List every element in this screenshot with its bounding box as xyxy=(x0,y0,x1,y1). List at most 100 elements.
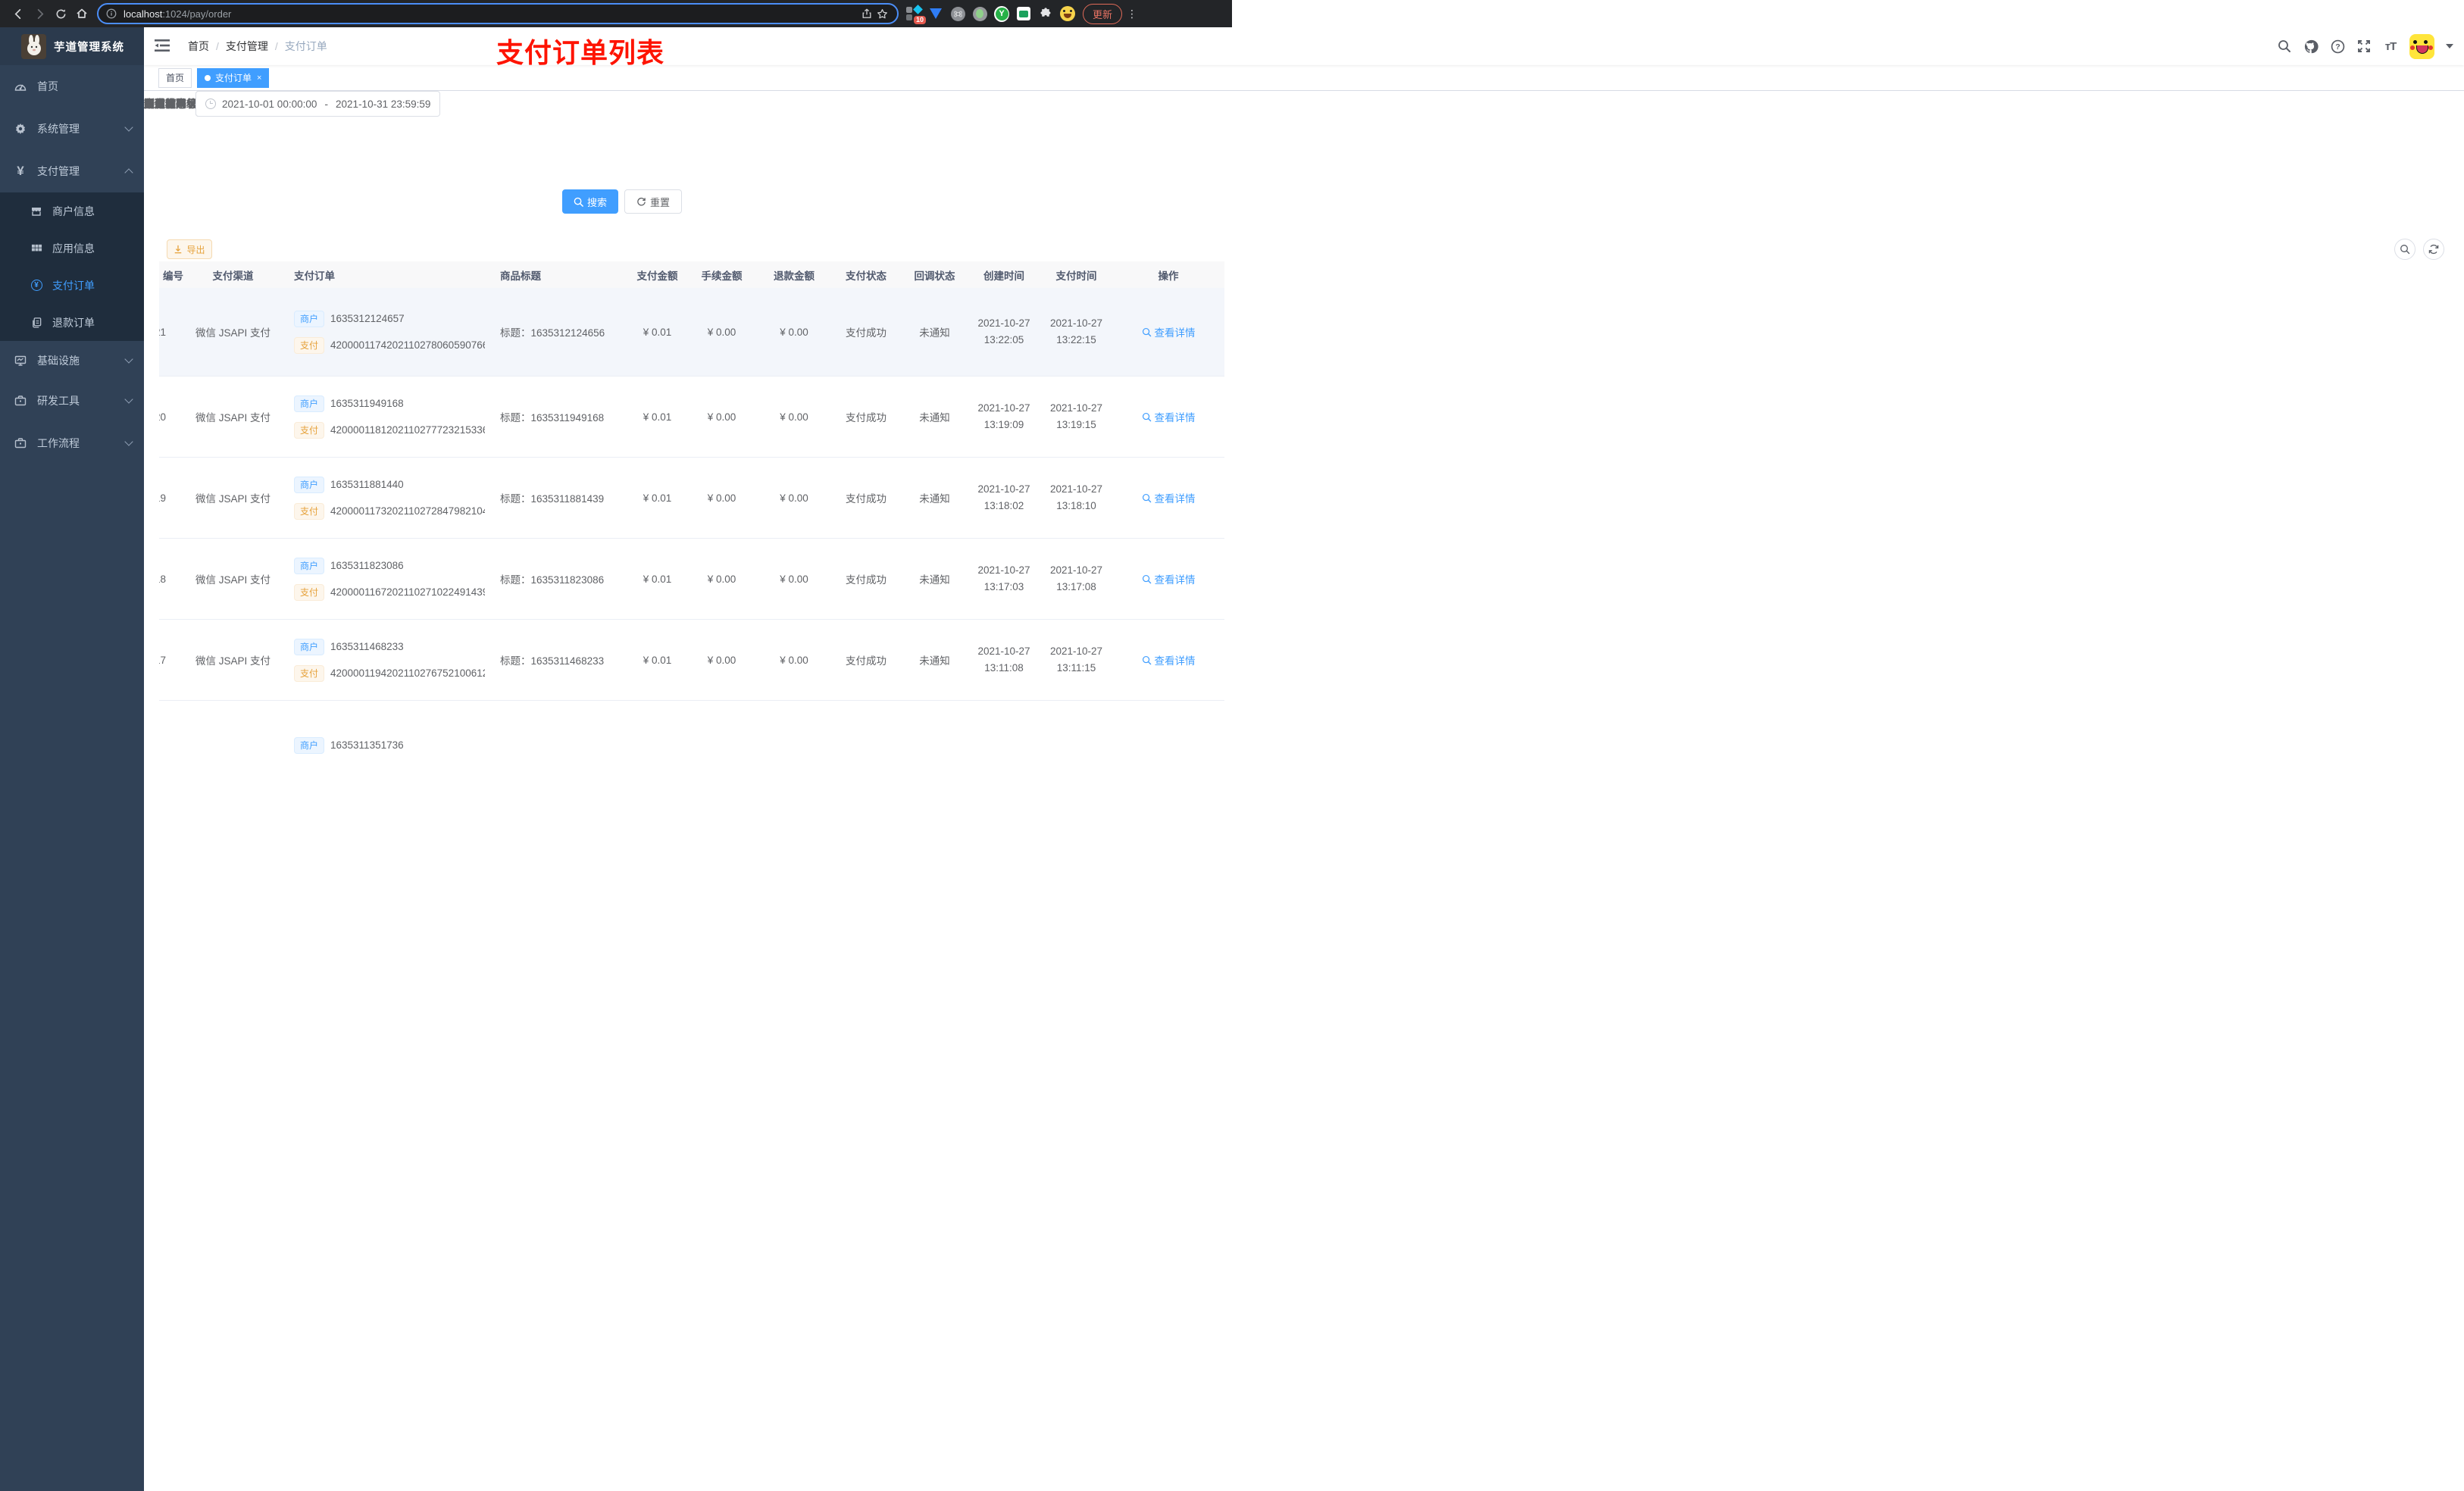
create-time xyxy=(968,701,1040,789)
back-icon[interactable] xyxy=(8,3,29,24)
breadcrumb-pay-manage[interactable]: 支付管理 xyxy=(226,39,268,54)
help-icon[interactable]: ? xyxy=(2330,39,2345,54)
fee-amount xyxy=(686,701,758,789)
header-search-icon[interactable] xyxy=(2277,39,2292,54)
pay-order-cell: 商户 1635311881440 支付 42000011732021102728479… xyxy=(280,458,485,538)
sidebar-item-pay-order[interactable]: ¥ 支付订单 xyxy=(0,267,144,304)
create-time-line: 13:11:08 xyxy=(984,662,1024,674)
view-detail-link[interactable]: 查看详情 xyxy=(1142,571,1196,586)
profile-avatar-icon[interactable] xyxy=(1060,6,1075,21)
pay-amount: ¥ 0.01 xyxy=(643,411,672,423)
pay-channel: 微信 JSAPI 支付 xyxy=(195,493,270,505)
export-button[interactable]: 导出 xyxy=(167,239,212,259)
sidebar-item-label: 支付订单 xyxy=(52,279,95,292)
view-detail-label: 查看详情 xyxy=(1154,412,1196,424)
tags-view: 首页 支付订单 × xyxy=(144,65,2464,91)
user-avatar[interactable] xyxy=(2409,33,2434,59)
pay-status: 支付成功 xyxy=(846,493,886,505)
extension-command-icon[interactable] xyxy=(950,6,965,21)
fullscreen-icon[interactable] xyxy=(2356,39,2372,54)
url-bar[interactable]: localhost:1024/pay/order xyxy=(97,3,899,24)
sidebar-item-infrastructure[interactable]: 基础设施 xyxy=(0,341,144,380)
table-row: 17 微信 JSAPI 支付 商户 1635311468233 支付 4200001194… xyxy=(159,620,1224,701)
merchant-tag: 商户 xyxy=(294,310,325,327)
pay-time-line: 13:17:08 xyxy=(1056,581,1096,592)
action-cell: 查看详情 xyxy=(1112,539,1224,619)
view-detail-link[interactable]: 查看详情 xyxy=(1142,409,1196,424)
order-id: 21 xyxy=(159,326,166,338)
extensions-puzzle-icon[interactable] xyxy=(1038,6,1053,21)
sidebar: 芋道管理系统 首页 系统管理 ¥ 支付管理 商户信息 应用信息 ¥ 支付订单 退… xyxy=(0,27,144,1491)
table-row: 20 微信 JSAPI 支付 商户 1635311949168 支付 4200001181… xyxy=(159,377,1224,458)
sidebar-item-merchant-info[interactable]: 商户信息 xyxy=(0,192,144,230)
tag-pay-order[interactable]: 支付订单 × xyxy=(197,67,270,88)
extension-tabs-icon[interactable]: 10 xyxy=(906,5,926,24)
pay-amount xyxy=(629,701,686,789)
column-header: 支付渠道 xyxy=(212,270,254,282)
forward-icon[interactable] xyxy=(29,3,50,24)
pay-tag: 支付 xyxy=(294,583,325,601)
pay-tag: 支付 xyxy=(294,502,325,520)
search-button[interactable]: 搜索 xyxy=(562,189,618,214)
extension-gem-icon[interactable] xyxy=(928,6,943,21)
share-icon[interactable] xyxy=(859,6,874,21)
sidebar-toggle-icon[interactable] xyxy=(155,39,170,54)
toggle-search-button[interactable] xyxy=(2394,239,2416,260)
info-icon[interactable] xyxy=(106,8,117,19)
reset-button[interactable]: 重置 xyxy=(624,189,682,214)
magnifier-icon xyxy=(1142,327,1152,337)
fee-amount: ¥ 0.00 xyxy=(707,411,736,423)
sidebar-item-dev-tools[interactable]: 研发工具 xyxy=(0,380,144,422)
sidebar-item-home[interactable]: 首页 xyxy=(0,65,144,108)
url-host: localhost xyxy=(124,8,163,20)
extension-recorder-icon[interactable] xyxy=(972,6,987,21)
browser-update-button[interactable]: 更新 xyxy=(1083,3,1123,24)
pay-channel: 微信 JSAPI 支付 xyxy=(195,327,270,339)
refresh-button[interactable] xyxy=(2423,239,2444,260)
create-date-line: 2021-10-27 xyxy=(977,564,1030,576)
view-detail-link[interactable]: 查看详情 xyxy=(1142,324,1196,339)
sidebar-item-label: 退款订单 xyxy=(52,316,95,329)
pay-order-cell: 商户 1635311823086 支付 42000011672021102710224… xyxy=(280,539,485,619)
create-time-line: 13:18:02 xyxy=(983,500,1024,511)
github-icon[interactable] xyxy=(2303,39,2319,54)
sidebar-item-workflow[interactable]: 工作流程 xyxy=(0,422,144,464)
extension-chat-icon[interactable] xyxy=(1016,6,1031,21)
view-detail-link[interactable]: 查看详情 xyxy=(1142,490,1196,505)
pay-channel: 微信 JSAPI 支付 xyxy=(195,412,270,424)
magnifier-icon xyxy=(1142,493,1152,503)
home-icon[interactable] xyxy=(71,3,92,24)
sidebar-item-refund-order[interactable]: 退款订单 xyxy=(0,304,144,341)
pay-time: 2021-10-27 13:19:15 xyxy=(1040,377,1112,457)
reload-icon[interactable] xyxy=(50,3,71,24)
pay-tag: 支付 xyxy=(294,421,325,439)
clock-icon xyxy=(205,98,216,109)
font-size-icon[interactable]: тT xyxy=(2383,39,2398,54)
pay-date-line: 2021-10-27 xyxy=(1049,564,1103,576)
merchant-order-no: 1635311881440 xyxy=(330,479,404,490)
pay-date-line: 2021-10-27 xyxy=(1049,317,1103,329)
bookmark-star-icon[interactable] xyxy=(874,6,890,21)
pay-order-no: 4200001173202110272847982104 xyxy=(330,505,485,517)
document-icon xyxy=(30,317,42,329)
browser-menu-icon[interactable]: ⋮ xyxy=(1127,8,1137,20)
pay-time-line: 13:22:15 xyxy=(1056,334,1096,345)
sidebar-item-app-info[interactable]: 应用信息 xyxy=(0,230,144,267)
order-id: 18 xyxy=(159,573,166,585)
notify-status: 未通知 xyxy=(919,493,950,505)
create-time-line: 13:19:09 xyxy=(983,419,1024,430)
pay-amount: ¥ 0.01 xyxy=(643,654,672,666)
tag-home[interactable]: 首页 xyxy=(158,67,192,88)
sidebar-item-system[interactable]: 系统管理 xyxy=(0,108,144,150)
breadcrumb: 首页 / 支付管理 / 支付订单 xyxy=(188,39,327,54)
extension-y-icon[interactable]: Y xyxy=(994,5,1009,22)
sidebar-item-payment[interactable]: ¥ 支付管理 xyxy=(0,150,144,192)
pay-time: 2021-10-27 13:17:08 xyxy=(1040,539,1112,619)
date-range-input[interactable]: 2021-10-01 00:00:00-2021-10-31 23:59:59 xyxy=(195,91,441,117)
avatar-caret-icon[interactable] xyxy=(2446,44,2453,48)
column-header: 支付金额 xyxy=(636,270,678,282)
view-detail-link[interactable]: 查看详情 xyxy=(1142,652,1196,667)
table-row: 19 微信 JSAPI 支付 商户 1635311881440 支付 4200001173… xyxy=(159,458,1224,539)
breadcrumb-home[interactable]: 首页 xyxy=(188,39,209,54)
tag-close-icon[interactable]: × xyxy=(257,73,261,83)
